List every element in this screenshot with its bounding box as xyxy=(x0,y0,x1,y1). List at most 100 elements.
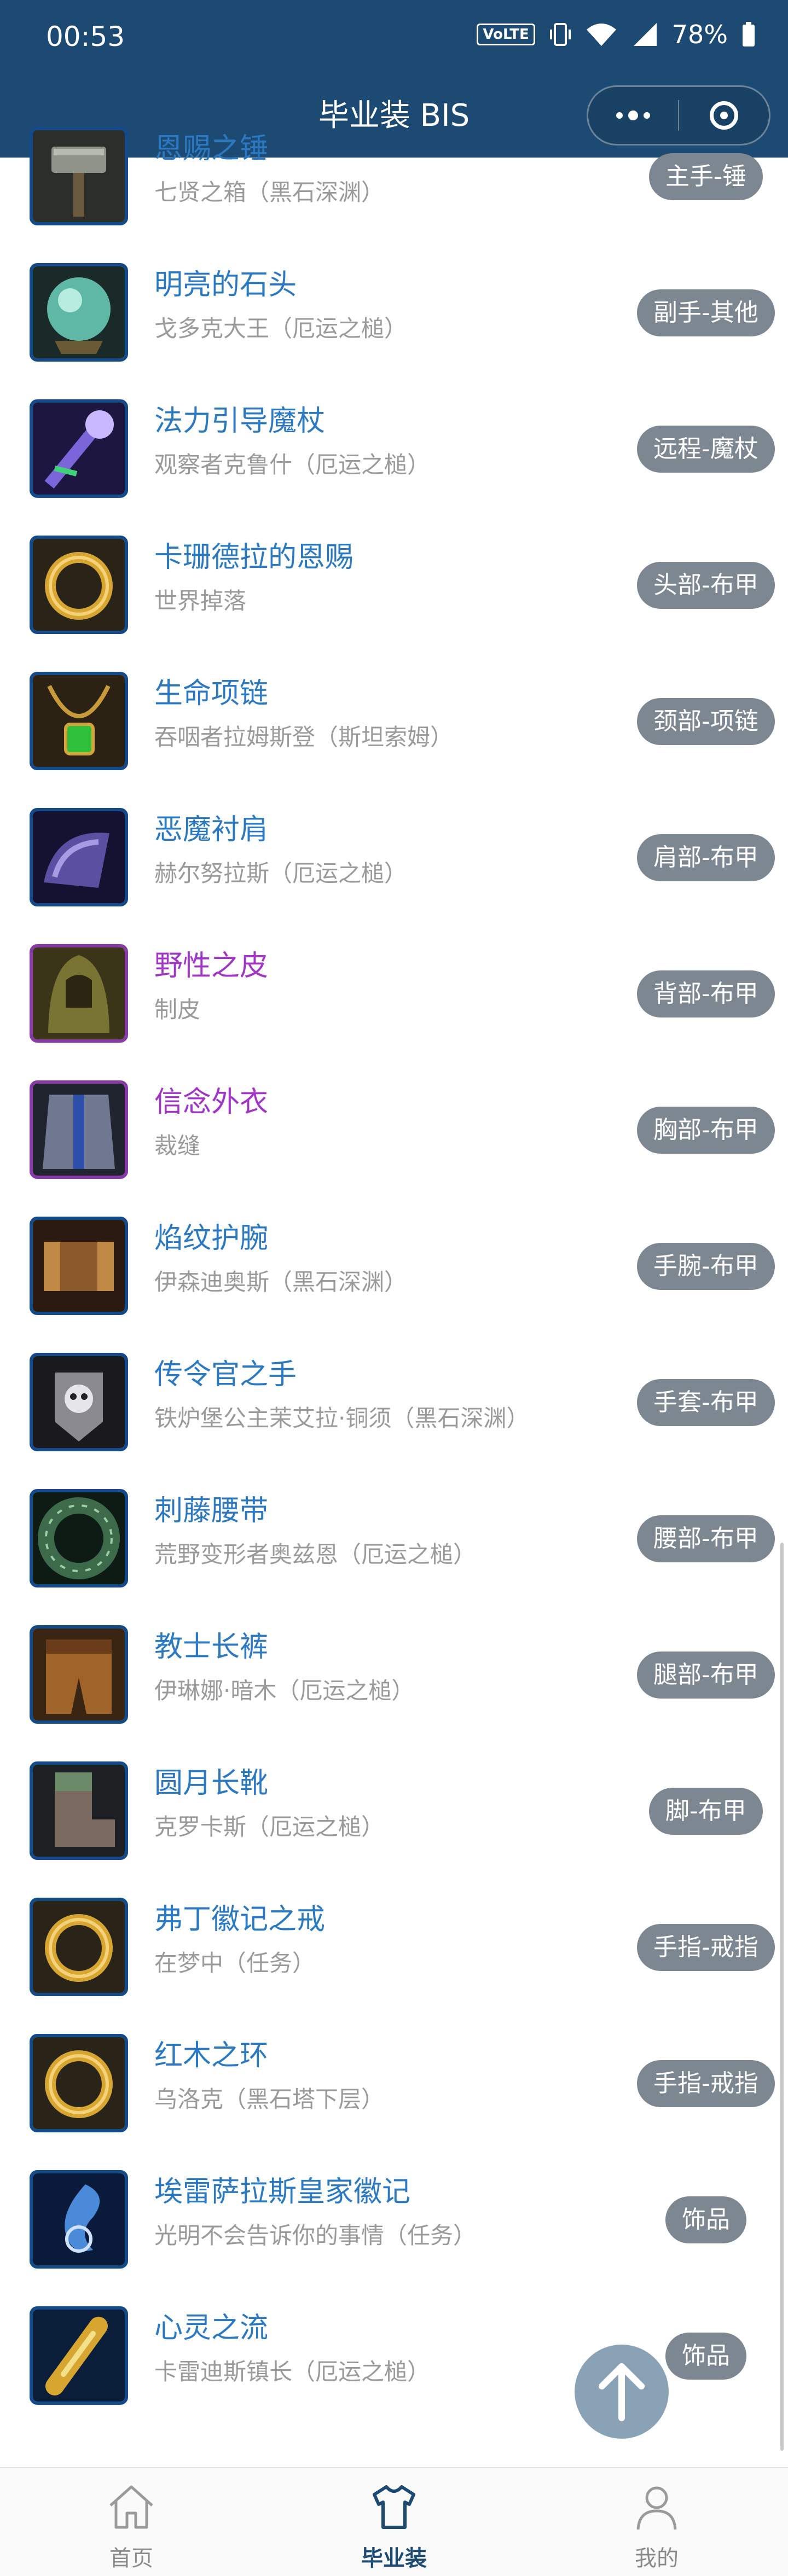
ring-icon xyxy=(30,536,128,634)
slot-badge: 脚-布甲 xyxy=(649,1788,763,1835)
item-name[interactable]: 信念外衣 xyxy=(154,1085,268,1120)
slot-badge: 腿部-布甲 xyxy=(637,1652,775,1699)
tab-mine-label: 我的 xyxy=(635,2546,679,2571)
item-name[interactable]: 弗丁徽记之戒 xyxy=(154,1902,325,1937)
item-name[interactable]: 恶魔衬肩 xyxy=(154,812,268,847)
seal-icon xyxy=(30,2170,128,2269)
item-name[interactable]: 生命项链 xyxy=(154,676,268,711)
volte-badge: VoLTE xyxy=(477,24,535,45)
bracer-icon xyxy=(30,1217,128,1315)
back-to-top-button[interactable] xyxy=(575,2345,669,2439)
slot-badge: 背部-布甲 xyxy=(637,970,775,1017)
item-source: 在梦中（任务） xyxy=(154,1950,316,1976)
vial-icon xyxy=(30,2306,128,2405)
more-dots-icon xyxy=(616,111,650,120)
item-source: 荒野变形者奥兹恩（厄运之槌） xyxy=(154,1541,477,1568)
battery-icon xyxy=(743,22,755,46)
signal-icon xyxy=(633,23,657,46)
necklace-icon xyxy=(30,672,128,770)
item-source: 伊森迪奥斯（黑石深渊） xyxy=(154,1269,408,1295)
list-item[interactable]: 野性之皮制皮 背部-布甲 xyxy=(0,944,788,1080)
item-source: 裁缝 xyxy=(154,1132,201,1159)
item-source: 戈多克大王（厄运之槌） xyxy=(154,315,408,342)
item-source: 铁炉堡公主茉艾拉·铜须（黑石深渊） xyxy=(154,1405,530,1432)
slot-badge: 肩部-布甲 xyxy=(637,834,775,881)
vibrate-icon xyxy=(549,23,571,46)
item-name[interactable]: 法力引导魔杖 xyxy=(154,404,325,439)
ring-icon xyxy=(30,1898,128,1996)
shoulder-icon xyxy=(30,808,128,906)
list-item[interactable]: 埃雷萨拉斯皇家徽记光明不会告诉你的事情（任务） 饰品 xyxy=(0,2170,788,2306)
slot-badge: 远程-魔杖 xyxy=(637,426,775,473)
tab-home[interactable]: 首页 xyxy=(0,2468,263,2576)
home-icon xyxy=(109,2485,153,2529)
item-name[interactable]: 刺藤腰带 xyxy=(154,1493,268,1528)
list-item[interactable]: 法力引导魔杖 观察者克鲁什（厄运之槌） 远程-魔杖 xyxy=(0,399,788,536)
shirt-icon xyxy=(373,2485,415,2529)
pants-icon xyxy=(30,1625,128,1724)
item-source: 赫尔努拉斯（厄运之槌） xyxy=(154,860,408,887)
list-item[interactable]: 弗丁徽记之戒在梦中（任务） 手指-戒指 xyxy=(0,1898,788,2034)
item-name[interactable]: 明亮的石头 xyxy=(154,268,297,303)
list-item[interactable]: 恶魔衬肩赫尔努拉斯（厄运之槌） 肩部-布甲 xyxy=(0,808,788,944)
status-icons: VoLTE 78% xyxy=(477,20,755,49)
hammer-icon xyxy=(30,127,128,225)
item-source: 吞咽者拉姆斯登（斯坦索姆） xyxy=(154,724,454,751)
list-item[interactable]: 教士长裤伊琳娜·暗木（厄运之槌） 腿部-布甲 xyxy=(0,1625,788,1761)
tab-bis-label: 毕业装 xyxy=(361,2546,427,2571)
slot-badge: 手腕-布甲 xyxy=(637,1243,775,1290)
slot-badge: 主手-锤 xyxy=(649,153,763,200)
ring-icon xyxy=(30,2034,128,2132)
item-name[interactable]: 卡珊德拉的恩赐 xyxy=(154,540,354,575)
slot-badge: 手指-戒指 xyxy=(637,2060,775,2107)
item-name[interactable]: 红木之环 xyxy=(154,2038,268,2073)
slot-badge: 手套-布甲 xyxy=(637,1379,775,1426)
slot-badge: 饰品 xyxy=(665,2333,746,2380)
list-item[interactable]: 明亮的石头戈多克大王（厄运之槌） 副手-其他 xyxy=(0,263,788,399)
tab-bis[interactable]: 毕业装 xyxy=(263,2468,525,2576)
item-source: 光明不会告诉你的事情（任务） xyxy=(154,2222,477,2249)
item-source: 克罗卡斯（厄运之槌） xyxy=(154,1813,385,1840)
slot-badge: 饰品 xyxy=(665,2196,746,2243)
item-name[interactable]: 焰纹护腕 xyxy=(154,1221,268,1256)
item-name[interactable]: 圆月长靴 xyxy=(154,1766,268,1801)
item-name[interactable]: 教士长裤 xyxy=(154,1630,268,1665)
gauntlet-icon xyxy=(30,1353,128,1451)
slot-badge: 胸部-布甲 xyxy=(637,1107,775,1154)
scrollbar[interactable] xyxy=(780,1543,784,2451)
slot-badge: 副手-其他 xyxy=(637,289,775,336)
list-item[interactable]: 信念外衣裁缝 胸部-布甲 xyxy=(0,1080,788,1217)
item-name[interactable]: 野性之皮 xyxy=(154,949,268,984)
battery-level: 78% xyxy=(671,20,728,49)
wifi-icon xyxy=(586,24,616,46)
user-icon xyxy=(636,2486,677,2530)
list-item[interactable]: 恩赐之锤 七贤之箱（黑石深渊） 主手-锤 xyxy=(0,127,788,263)
list-item[interactable]: 圆月长靴克罗卡斯（厄运之槌） 脚-布甲 xyxy=(0,1761,788,1898)
item-source: 伊琳娜·暗木（厄运之槌） xyxy=(154,1677,415,1704)
item-name[interactable]: 传令官之手 xyxy=(154,1357,297,1392)
list-item[interactable]: 焰纹护腕伊森迪奥斯（黑石深渊） 手腕-布甲 xyxy=(0,1217,788,1353)
slot-badge: 腰部-布甲 xyxy=(637,1515,775,1562)
list-item[interactable]: 生命项链 吞咽者拉姆斯登（斯坦索姆） 颈部-项链 xyxy=(0,672,788,808)
item-name[interactable]: 埃雷萨拉斯皇家徽记 xyxy=(154,2174,410,2209)
list-item[interactable]: 心灵之流卡雷迪斯镇长（厄运之槌） 饰品 xyxy=(0,2306,788,2443)
slot-badge: 头部-布甲 xyxy=(637,562,775,609)
orb-icon xyxy=(30,263,128,362)
list-item[interactable]: 红木之环 乌洛克（黑石塔下层） 手指-戒指 xyxy=(0,2034,788,2170)
tab-home-label: 首页 xyxy=(109,2546,153,2571)
arrow-up-icon xyxy=(599,2363,645,2421)
mini-program-close-icon xyxy=(710,101,738,130)
list-item[interactable]: 刺藤腰带荒野变形者奥兹恩（厄运之槌） 腰部-布甲 xyxy=(0,1489,788,1625)
belt-icon xyxy=(30,1489,128,1588)
item-source: 卡雷迪斯镇长（厄运之槌） xyxy=(154,2358,431,2385)
item-source: 世界掉落 xyxy=(154,588,247,614)
list-item[interactable]: 传令官之手铁炉堡公主茉艾拉·铜须（黑石深渊） 手套-布甲 xyxy=(0,1353,788,1489)
cloak-icon xyxy=(30,944,128,1043)
boots-icon xyxy=(30,1761,128,1860)
slot-badge: 手指-戒指 xyxy=(637,1924,775,1971)
item-name[interactable]: 恩赐之锤 xyxy=(154,131,268,166)
item-source: 制皮 xyxy=(154,996,201,1023)
item-name[interactable]: 心灵之流 xyxy=(154,2311,268,2346)
list-item[interactable]: 卡珊德拉的恩赐世界掉落 头部-布甲 xyxy=(0,536,788,672)
tab-mine[interactable]: 我的 xyxy=(525,2468,788,2576)
